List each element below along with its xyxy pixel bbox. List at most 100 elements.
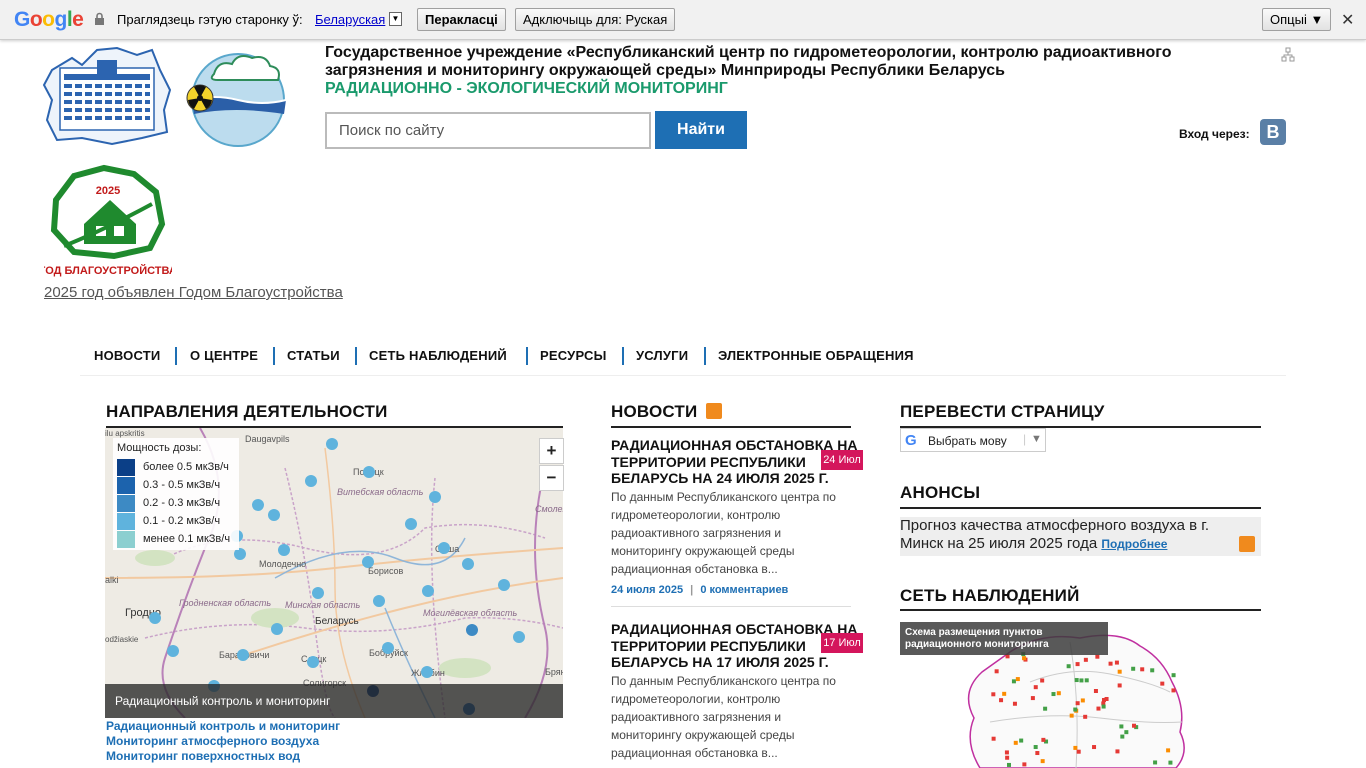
monitoring-point[interactable] xyxy=(268,509,280,521)
close-icon[interactable]: ✕ xyxy=(1341,10,1354,30)
monitoring-point[interactable] xyxy=(252,499,264,511)
station-marker xyxy=(1022,656,1027,661)
station-marker xyxy=(1092,745,1097,750)
divider xyxy=(611,606,851,607)
chevron-down-icon[interactable]: ▼ xyxy=(389,12,402,26)
map-label: Беларусь xyxy=(315,616,359,627)
network-map-caption[interactable]: Схема размещения пунктов радиационного м… xyxy=(900,622,1108,655)
monitoring-point[interactable] xyxy=(305,475,317,487)
station-marker xyxy=(1069,713,1074,718)
monitoring-point[interactable] xyxy=(167,645,179,657)
translate-language-select[interactable]: Беларуская xyxy=(315,12,385,27)
map-caption[interactable]: Радиационный контроль и мониторинг xyxy=(105,684,563,718)
anons-more-link[interactable]: Подробнее xyxy=(1101,537,1167,551)
lock-icon xyxy=(95,12,104,25)
rss-icon[interactable] xyxy=(1239,536,1255,552)
divider xyxy=(900,507,1261,509)
search-input[interactable] xyxy=(325,112,651,149)
legend-label: 0.1 - 0.2 мкЗв/ч xyxy=(143,515,221,527)
chevron-down-icon: ▼ xyxy=(1031,433,1042,445)
monitoring-point[interactable] xyxy=(362,556,374,568)
network-title: СЕТЬ НАБЛЮДЕНИЙ xyxy=(900,586,1080,605)
directions-title: НАПРАВЛЕНИЯ ДЕЯТЕЛЬНОСТИ xyxy=(106,402,388,421)
news-item-text: По данным Республиканского центра по гид… xyxy=(611,490,836,576)
station-marker xyxy=(1171,673,1176,678)
monitoring-point[interactable] xyxy=(405,518,417,530)
monitoring-point[interactable] xyxy=(278,544,290,556)
year-logo-caption: ГОД БЛАГОУСТРОЙСТВА xyxy=(44,264,172,277)
google-translate-bar: Google Праглядзець гэтую старонку ў: Бел… xyxy=(0,0,1366,40)
station-marker xyxy=(1066,664,1071,669)
nav-separator xyxy=(175,347,177,365)
station-marker xyxy=(1075,701,1080,706)
monitoring-point[interactable] xyxy=(237,649,249,661)
map-label: odžiaskie xyxy=(105,635,139,644)
sitemap-icon[interactable] xyxy=(1281,47,1295,63)
legend-title: Мощность дозы: xyxy=(117,442,202,454)
monitoring-point[interactable] xyxy=(312,587,324,599)
monitoring-point[interactable] xyxy=(421,666,433,678)
monitoring-point[interactable] xyxy=(373,595,385,607)
nav-separator xyxy=(355,347,357,365)
divider xyxy=(900,609,1261,611)
monitoring-point[interactable] xyxy=(438,542,450,554)
legend-swatch xyxy=(117,477,135,494)
monitoring-point[interactable] xyxy=(307,656,319,668)
anons-text: Прогноз качества атмосферного воздуха в … xyxy=(900,517,1240,553)
nav-network[interactable]: СЕТЬ НАБЛЮДЕНИЙ xyxy=(369,348,507,363)
google-g-icon: G xyxy=(905,432,917,449)
radiation-monitoring-logo[interactable] xyxy=(174,44,294,148)
language-select[interactable]: G Выбрать мову | ▼ xyxy=(900,428,1046,452)
map-label: ilu apskritis xyxy=(105,429,145,438)
legend-label: более 0.5 мкЗв/ч xyxy=(143,461,229,473)
nav-about[interactable]: О ЦЕНТРЕ xyxy=(190,348,258,363)
station-marker xyxy=(1115,749,1120,754)
year-announcement-link[interactable]: 2025 год объявлен Годом Благоустройства xyxy=(44,284,343,301)
options-button[interactable]: Опцыі ▼ xyxy=(1262,8,1332,31)
monitoring-point[interactable] xyxy=(462,558,474,570)
map-label: Борисов xyxy=(368,566,404,576)
vk-login-icon[interactable]: В xyxy=(1260,119,1286,145)
monitoring-point[interactable] xyxy=(382,642,394,654)
station-marker xyxy=(1150,668,1155,673)
translate-button[interactable]: Перакласці xyxy=(417,8,506,31)
station-marker xyxy=(1101,704,1106,709)
monitoring-point[interactable] xyxy=(326,438,338,450)
monitoring-point[interactable] xyxy=(513,631,525,643)
year-of-improvement-logo[interactable]: 2025 ГОД БЛАГОУСТРОЙСТВА xyxy=(44,164,172,280)
station-marker xyxy=(1033,745,1038,750)
monitoring-point[interactable] xyxy=(271,623,283,635)
disable-translate-button[interactable]: Адключыць для: Руская xyxy=(515,8,676,31)
zoom-out-button[interactable]: − xyxy=(539,465,564,491)
monitoring-point[interactable] xyxy=(149,612,161,624)
rss-icon[interactable] xyxy=(706,403,722,419)
direction-link-water[interactable]: Мониторинг поверхностных вод xyxy=(106,749,300,763)
monitoring-point[interactable] xyxy=(422,585,434,597)
station-marker xyxy=(1114,660,1119,665)
nav-resources[interactable]: РЕСУРСЫ xyxy=(540,348,607,363)
station-marker xyxy=(1011,679,1016,684)
organization-title: Государственное учреждение «Республиканс… xyxy=(325,44,1172,79)
zoom-in-button[interactable]: + xyxy=(539,438,564,464)
news-comments-link[interactable]: 0 комментариев xyxy=(700,584,788,596)
station-marker xyxy=(1119,724,1124,729)
site-logo-building[interactable] xyxy=(42,40,172,146)
station-marker xyxy=(1005,755,1010,760)
anons-title: АНОНСЫ xyxy=(900,483,981,502)
nav-articles[interactable]: СТАТЬИ xyxy=(287,348,340,363)
monitoring-point[interactable] xyxy=(429,491,441,503)
direction-link-air[interactable]: Мониторинг атмосферного воздуха xyxy=(106,734,319,748)
nav-appeals[interactable]: ЭЛЕКТРОННЫЕ ОБРАЩЕНИЯ xyxy=(718,348,914,363)
year-logo-year: 2025 xyxy=(96,185,120,197)
station-marker xyxy=(1160,681,1165,686)
search-button[interactable]: Найти xyxy=(655,111,747,149)
monitoring-point[interactable] xyxy=(498,579,510,591)
monitoring-point[interactable] xyxy=(466,624,478,636)
station-marker xyxy=(1120,734,1125,739)
monitoring-point[interactable] xyxy=(363,466,375,478)
direction-link-radiation[interactable]: Радиационный контроль и мониторинг xyxy=(106,719,340,733)
station-marker xyxy=(1083,657,1088,662)
nav-services[interactable]: УСЛУГИ xyxy=(636,348,688,363)
station-marker xyxy=(1117,669,1122,674)
nav-news[interactable]: НОВОСТИ xyxy=(94,348,160,363)
